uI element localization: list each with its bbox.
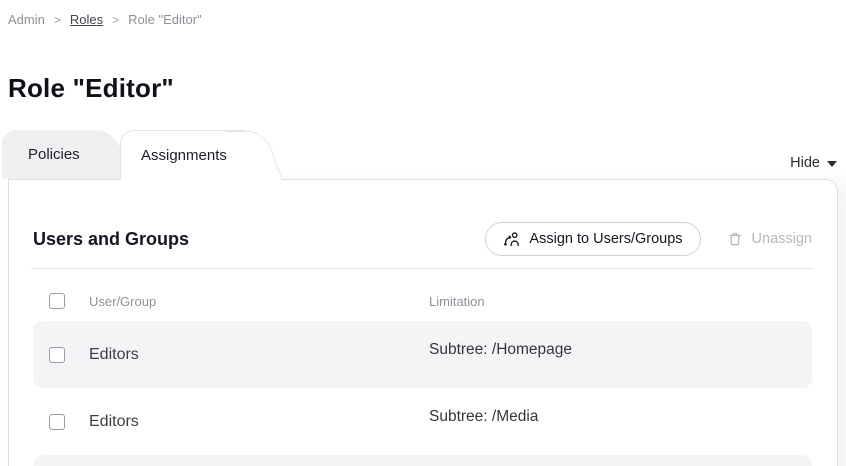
hide-toggle[interactable]: Hide <box>790 155 837 171</box>
assign-button-label: Assign to Users/Groups <box>529 231 682 247</box>
select-all-checkbox[interactable] <box>49 293 65 309</box>
assignments-panel: Users and Groups Assign to Users/Groups <box>8 179 838 466</box>
breadcrumb-separator: > <box>112 12 119 28</box>
select-all-checkbox-cell <box>49 293 65 309</box>
unassign-button-label: Unassign <box>752 231 812 247</box>
row-checkbox[interactable] <box>49 347 65 363</box>
user-group-cell: Editors <box>89 321 429 388</box>
tab-assignments[interactable]: Assignments <box>120 130 245 180</box>
assign-to-users-groups-button[interactable]: Assign to Users/Groups <box>485 222 700 256</box>
row-checkbox-cell <box>49 388 65 455</box>
page-root: Admin > Roles > Role "Editor" Role "Edit… <box>0 12 846 466</box>
page-title: Role "Editor" <box>8 72 846 104</box>
table-row: Editors Subtree: /Media <box>33 388 812 455</box>
table-row-partial <box>33 455 812 466</box>
user-group-cell: Editors <box>89 388 429 455</box>
breadcrumb-item-admin[interactable]: Admin <box>8 12 45 28</box>
breadcrumb-item-roles[interactable]: Roles <box>70 12 103 28</box>
section-divider <box>31 268 812 269</box>
section-title: Users and Groups <box>33 229 189 250</box>
column-header-limitation: Limitation <box>429 294 812 309</box>
breadcrumb: Admin > Roles > Role "Editor" <box>8 12 846 28</box>
breadcrumb-item-current: Role "Editor" <box>128 12 202 28</box>
tab-policies-label: Policies <box>28 146 80 163</box>
table-header-row: User/Group Limitation <box>33 281 812 321</box>
tab-policies[interactable]: Policies <box>2 130 94 179</box>
assign-user-icon <box>503 231 520 248</box>
limitation-cell: Subtree: /Homepage <box>429 321 812 388</box>
table-row: Editors Subtree: /Homepage <box>33 321 812 388</box>
tab-bar: Policies Assignments Hide <box>0 130 846 179</box>
section-actions: Assign to Users/Groups Unassign <box>485 222 812 256</box>
tab-assignments-label: Assignments <box>141 147 227 164</box>
trash-icon <box>727 231 743 247</box>
breadcrumb-separator: > <box>54 12 61 28</box>
chevron-down-icon <box>827 161 837 167</box>
unassign-button[interactable]: Unassign <box>727 231 812 247</box>
column-header-user-group: User/Group <box>89 294 429 309</box>
tab-curve <box>225 131 283 180</box>
hide-toggle-label: Hide <box>790 155 820 171</box>
section-header: Users and Groups Assign to Users/Groups <box>33 221 812 257</box>
limitation-cell: Subtree: /Media <box>429 388 812 455</box>
row-checkbox[interactable] <box>49 414 65 430</box>
row-checkbox-cell <box>49 321 65 388</box>
